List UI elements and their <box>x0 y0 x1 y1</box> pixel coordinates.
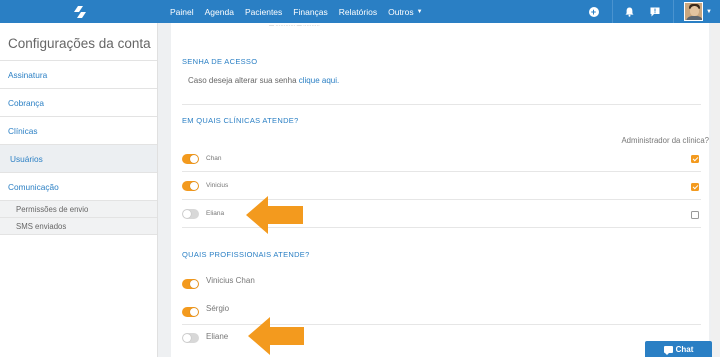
section-title-professionals: QUAIS PROFISSIONAIS ATENDE? <box>182 250 310 259</box>
annotation-arrow-icon <box>246 196 303 234</box>
sidebar-title: Configurações da conta <box>0 23 157 61</box>
sidebar-item-clinicas[interactable]: Clínicas <box>0 117 157 145</box>
admin-checkbox-eliana[interactable] <box>691 211 699 219</box>
section-title-clinics: EM QUAIS CLÍNICAS ATENDE? <box>182 116 299 125</box>
avatar[interactable] <box>684 2 704 21</box>
cut-off-content: — ············ — ·········· <box>269 23 320 29</box>
alert-message-icon <box>650 7 660 16</box>
nav-painel[interactable]: Painel <box>170 7 194 17</box>
sidebar-subitem-sms[interactable]: SMS enviados <box>0 218 157 235</box>
sidebar-item-usuarios[interactable]: Usuários <box>0 145 157 173</box>
divider <box>673 0 675 23</box>
nav-relatorios[interactable]: Relatórios <box>339 7 377 17</box>
admin-column-label: Administrador da clínica? <box>621 136 709 145</box>
bell-icon <box>625 7 634 17</box>
plus-circle-icon: + <box>588 6 599 17</box>
settings-sidebar: Configurações da conta Assinatura Cobran… <box>0 23 158 357</box>
admin-checkbox-vinicius[interactable] <box>691 183 699 191</box>
top-bar: Painel Agenda Pacientes Finanças Relatór… <box>0 0 720 23</box>
section-title-password: SENHA DE ACESSO <box>182 57 258 66</box>
clinic-toggle-vinicius[interactable] <box>182 181 199 191</box>
professional-name: Sérgio <box>206 304 230 313</box>
admin-checkbox-chan[interactable] <box>691 155 699 163</box>
divider <box>612 0 614 23</box>
divider <box>182 104 701 105</box>
add-button[interactable]: + <box>587 5 600 18</box>
top-icons: + ▼ <box>587 0 720 23</box>
professional-toggle-eliane[interactable] <box>182 333 199 343</box>
messages-button[interactable] <box>648 5 661 18</box>
nav-outros[interactable]: Outros ▼ <box>388 7 422 17</box>
clinic-toggle-eliana[interactable] <box>182 209 199 219</box>
nav-financas[interactable]: Finanças <box>293 7 328 17</box>
clinic-name: Eliana <box>206 210 225 217</box>
change-password-link[interactable]: clique aqui. <box>299 76 339 85</box>
divider <box>182 171 701 172</box>
nav-outros-label: Outros <box>388 6 414 17</box>
clinic-toggle-chan[interactable] <box>182 154 199 164</box>
logo-icon <box>73 5 86 18</box>
main-nav: Painel Agenda Pacientes Finanças Relatór… <box>170 0 423 23</box>
sidebar-subitem-permissoes[interactable]: Permissões de envio <box>0 201 157 218</box>
professional-name: Eliane <box>206 332 229 341</box>
clinic-name: Chan <box>206 155 222 162</box>
sidebar-item-comunicacao[interactable]: Comunicação <box>0 173 157 201</box>
main-panel: — ············ — ·········· SENHA DE ACE… <box>171 23 709 357</box>
scrollbar[interactable] <box>711 23 720 357</box>
chat-button[interactable]: Chat <box>645 341 712 357</box>
professional-name: Vinicius Chan <box>206 276 255 285</box>
nav-pacientes[interactable]: Pacientes <box>245 7 282 17</box>
annotation-arrow-icon <box>248 317 304 355</box>
nav-agenda[interactable]: Agenda <box>205 7 234 17</box>
chat-label: Chat <box>675 344 694 354</box>
password-hint: Caso deseja alterar sua senha <box>188 76 297 85</box>
sidebar-item-assinatura[interactable]: Assinatura <box>0 61 157 89</box>
chevron-down-icon[interactable]: ▼ <box>706 9 712 15</box>
password-text: Caso deseja alterar sua senha clique aqu… <box>188 76 339 85</box>
clinic-name: Vinicius <box>206 182 229 189</box>
sidebar-item-cobranca[interactable]: Cobrança <box>0 89 157 117</box>
app-logo[interactable] <box>0 0 159 23</box>
chat-bubble-icon <box>663 345 673 355</box>
chevron-down-icon: ▼ <box>416 8 423 15</box>
professional-toggle-sergio[interactable] <box>182 307 199 317</box>
notifications-button[interactable] <box>623 5 636 18</box>
professional-toggle-vinicius-chan[interactable] <box>182 279 199 289</box>
